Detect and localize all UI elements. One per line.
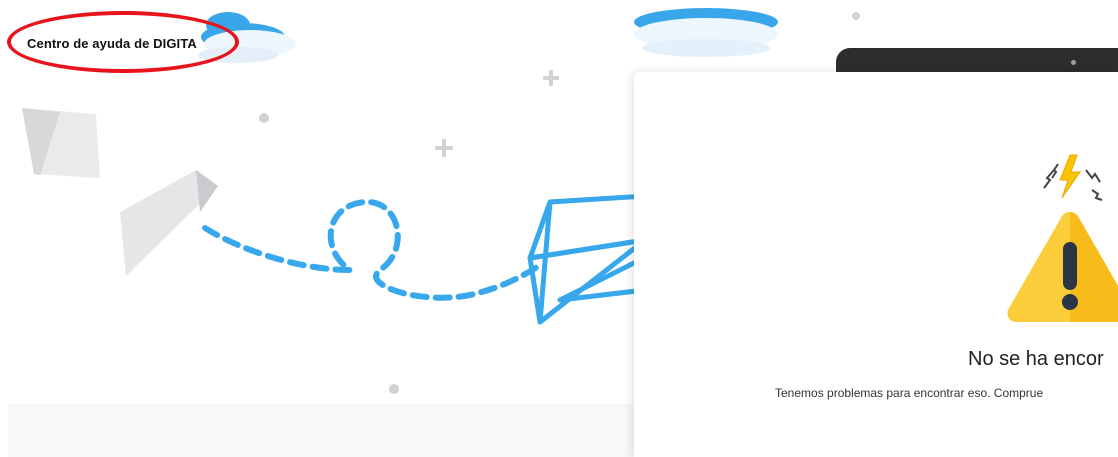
flight-path-line	[202, 198, 543, 301]
plus-icon	[435, 139, 453, 157]
error-title: No se ha encor	[968, 348, 1104, 370]
paper-sheet-icon	[22, 108, 100, 178]
dot-icon	[389, 384, 399, 394]
error-message: Tenemos problemas para encontrar eso. Co…	[775, 386, 1044, 400]
paper-sheet-icon	[120, 170, 218, 276]
cloud-icon	[634, 8, 778, 57]
plus-icon	[543, 70, 559, 86]
page-title[interactable]: Centro de ayuda de DIGITA	[27, 36, 197, 51]
camera-dot	[1071, 60, 1076, 65]
dot-icon	[259, 113, 269, 123]
help-center-page: Centro de ayuda de DIGITA No se ha encor…	[0, 0, 1118, 457]
warning-triangle-icon	[1007, 154, 1118, 322]
dot-icon	[852, 12, 860, 20]
paper-plane-icon	[527, 193, 648, 325]
